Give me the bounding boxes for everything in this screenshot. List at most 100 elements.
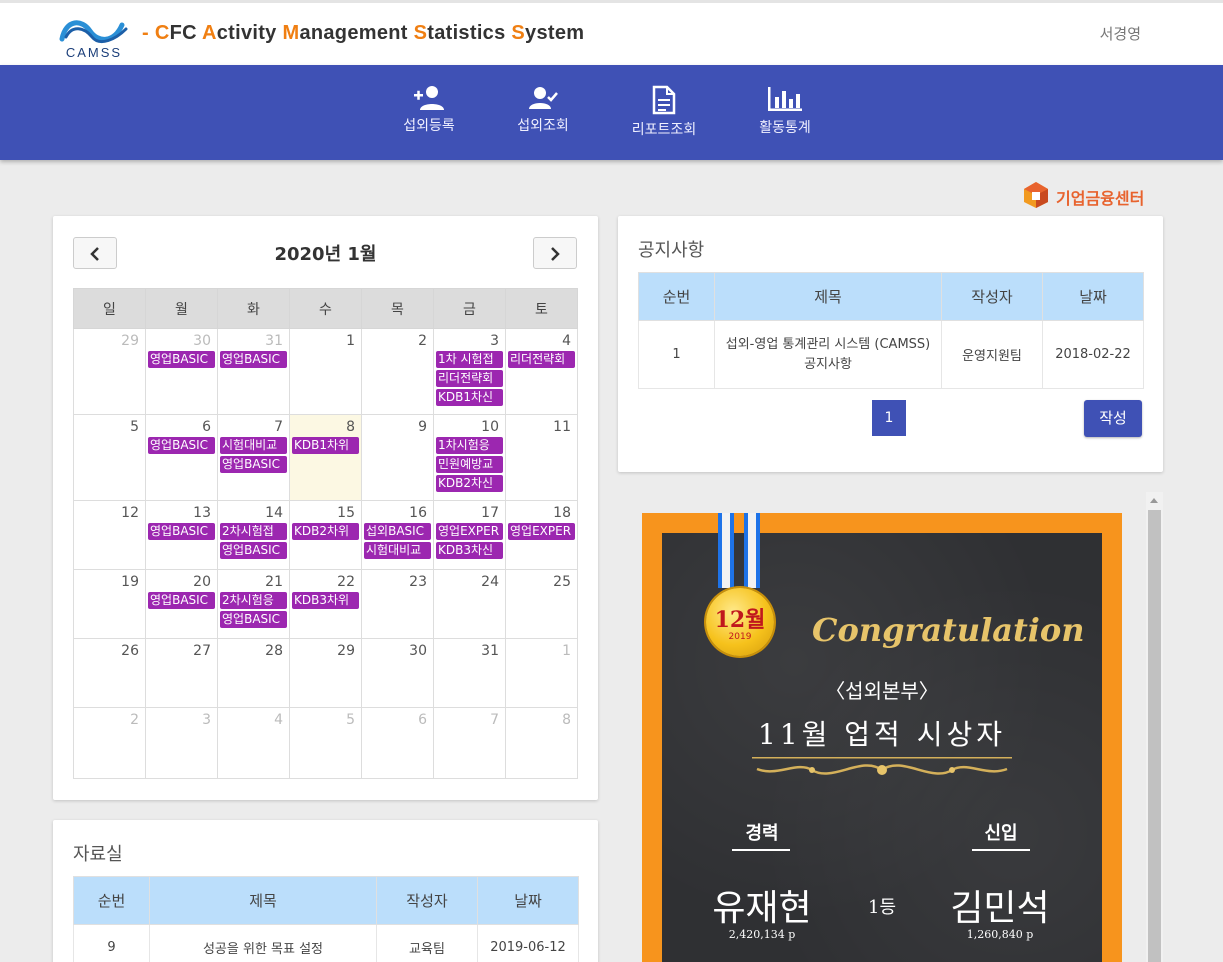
scroll-up-icon[interactable] xyxy=(1150,498,1158,503)
calendar-event[interactable]: 영업BASIC xyxy=(148,351,215,368)
calendar-day[interactable]: 13 영업BASIC xyxy=(145,500,218,570)
row-title[interactable]: 성공을 위한 목표 설정 xyxy=(149,924,377,962)
column-header[interactable]: 날짜 xyxy=(1042,272,1144,321)
title-segment: - xyxy=(142,22,155,44)
notice-card: 공지사항 순번 제목 작성자 날짜 1 섭외-영업 통계관리 시스템 (CAMS… xyxy=(618,216,1163,472)
column-header[interactable]: 제목 xyxy=(149,876,377,925)
calendar-day[interactable]: 4 xyxy=(217,707,290,779)
calendar-day[interactable]: 3 1차 시험접리더전략회 KDB1차신 xyxy=(433,328,506,415)
row-title[interactable]: 섭외-영업 통계관리 시스템 (CAMSS) 공지사항 xyxy=(714,320,942,389)
calendar-day[interactable]: 17 영업EXPER KDB3차신 xyxy=(433,500,506,570)
calendar-event[interactable]: KDB1차위 xyxy=(292,437,359,454)
calendar-day[interactable]: 2 xyxy=(361,328,434,415)
calendar-event[interactable]: 영업EXPER xyxy=(508,523,575,540)
calendar-day[interactable]: 29 xyxy=(73,328,146,415)
calendar-event[interactable]: KDB3차신 xyxy=(436,542,503,559)
calendar-event[interactable]: 1차시험응 xyxy=(436,437,503,454)
calendar-day[interactable]: 25 xyxy=(505,569,578,639)
table-row[interactable]: 1 섭외-영업 통계관리 시스템 (CAMSS) 공지사항 운영지원팀 2018… xyxy=(638,320,1144,389)
calendar-event[interactable]: 리더전략회 xyxy=(436,370,503,387)
calendar-day[interactable]: 15 KDB2차위 xyxy=(289,500,362,570)
calendar-day[interactable]: 28 xyxy=(217,638,290,708)
calendar-day[interactable]: 31 영업BASIC xyxy=(217,328,290,415)
calendar-day[interactable]: 22 KDB3차위 xyxy=(289,569,362,639)
table-row[interactable]: 9 성공을 위한 목표 설정 교육팀 2019-06-12 xyxy=(73,924,579,962)
calendar-day[interactable]: 7 시험대비교 영업BASIC xyxy=(217,414,290,501)
user-name[interactable]: 서경영 xyxy=(1100,23,1141,44)
calendar-event[interactable]: 시험대비교 xyxy=(364,542,431,559)
award-scrollbar[interactable] xyxy=(1146,492,1163,962)
day-number: 31 xyxy=(481,643,499,659)
calendar-day[interactable]: 24 xyxy=(433,569,506,639)
calendar-day[interactable]: 10 1차시험응 민원예방교 KDB2차신 xyxy=(433,414,506,501)
calendar-event[interactable]: 섭외BASIC xyxy=(364,523,431,540)
calendar-day[interactable]: 11 xyxy=(505,414,578,501)
nav-report[interactable]: 리포트조회 xyxy=(614,85,714,139)
document-icon xyxy=(652,85,676,115)
calendar-event[interactable]: KDB3차위 xyxy=(292,592,359,609)
calendar-day[interactable]: 2 xyxy=(73,707,146,779)
calendar-event[interactable]: 시험대비교 xyxy=(220,437,287,454)
calendar-day[interactable]: 30 xyxy=(361,638,434,708)
calendar-day[interactable]: 8 KDB1차위 xyxy=(289,414,362,501)
calendar-day[interactable]: 14 2차시험접 영업BASIC xyxy=(217,500,290,570)
calendar-event[interactable]: KDB1차신 xyxy=(436,389,503,406)
calendar-event[interactable]: 1차 시험접 xyxy=(436,351,503,368)
calendar-day[interactable]: 27 xyxy=(145,638,218,708)
calendar-event[interactable]: KDB2차위 xyxy=(292,523,359,540)
calendar-day[interactable]: 9 xyxy=(361,414,434,501)
calendar-day[interactable]: 30 영업BASIC xyxy=(145,328,218,415)
column-header[interactable]: 순번 xyxy=(638,272,715,321)
calendar-event[interactable]: KDB2차신 xyxy=(436,475,503,492)
notice-table: 순번 제목 작성자 날짜 1 섭외-영업 통계관리 시스템 (CAMSS) 공지… xyxy=(638,272,1144,389)
page-button[interactable]: 1 xyxy=(872,400,906,436)
calendar-event[interactable]: 2차시험접 xyxy=(220,523,287,540)
calendar-day[interactable]: 19 xyxy=(73,569,146,639)
calendar-day[interactable]: 1 xyxy=(289,328,362,415)
calendar-day[interactable]: 7 xyxy=(433,707,506,779)
calendar-event[interactable]: 영업BASIC xyxy=(220,456,287,473)
calendar-event[interactable]: 영업BASIC xyxy=(220,351,287,368)
column-header[interactable]: 작성자 xyxy=(941,272,1043,321)
column-header[interactable]: 날짜 xyxy=(477,876,579,925)
calendar-event[interactable]: 영업BASIC xyxy=(148,523,215,540)
calendar-event[interactable]: 영업BASIC xyxy=(220,611,287,628)
calendar-day[interactable]: 16 섭외BASIC 시험대비교 xyxy=(361,500,434,570)
calendar-day[interactable]: 21 2차시험응 영업BASIC xyxy=(217,569,290,639)
calendar-event[interactable]: 영업EXPER xyxy=(436,523,503,540)
column-header[interactable]: 작성자 xyxy=(376,876,478,925)
camss-logo[interactable]: CAMSS xyxy=(56,9,132,63)
calendar-next-button[interactable] xyxy=(533,237,577,269)
calendar-event[interactable]: 영업BASIC xyxy=(148,437,215,454)
calendar-day[interactable]: 29 xyxy=(289,638,362,708)
calendar-event[interactable]: 영업BASIC xyxy=(148,592,215,609)
calendar-day[interactable]: 4 리더전략회 xyxy=(505,328,578,415)
calendar-event[interactable]: 민원예방교 xyxy=(436,456,503,473)
nav-register-contact[interactable]: 섭외등록 xyxy=(379,85,479,135)
calendar-day[interactable]: 26 xyxy=(73,638,146,708)
column-header[interactable]: 순번 xyxy=(73,876,150,925)
calendar-event[interactable]: 리더전략회 xyxy=(508,351,575,368)
calendar-day[interactable]: 12 xyxy=(73,500,146,570)
nav-view-contact[interactable]: 섭외조회 xyxy=(493,85,593,135)
calendar-day[interactable]: 18 영업EXPER xyxy=(505,500,578,570)
day-number: 3 xyxy=(490,333,499,349)
nav-statistics[interactable]: 활동통계 xyxy=(735,85,835,137)
calendar-day[interactable]: 31 xyxy=(433,638,506,708)
calendar-event[interactable]: 영업BASIC xyxy=(220,542,287,559)
calendar-day[interactable]: 20 영업BASIC xyxy=(145,569,218,639)
calendar-event[interactable]: 2차시험응 xyxy=(220,592,287,609)
column-header[interactable]: 제목 xyxy=(714,272,942,321)
calendar-day[interactable]: 6 영업BASIC xyxy=(145,414,218,501)
calendar-day[interactable]: 8 xyxy=(505,707,578,779)
calendar-day[interactable]: 1 xyxy=(505,638,578,708)
files-table: 순번 제목 작성자 날짜 9 성공을 위한 목표 설정 교육팀 2019-06-… xyxy=(73,876,579,962)
calendar-day[interactable]: 23 xyxy=(361,569,434,639)
calendar-day[interactable]: 6 xyxy=(361,707,434,779)
calendar-day[interactable]: 5 xyxy=(73,414,146,501)
day-number: 2 xyxy=(418,333,427,349)
calendar-day[interactable]: 3 xyxy=(145,707,218,779)
write-button[interactable]: 작성 xyxy=(1084,400,1142,437)
scroll-thumb[interactable] xyxy=(1148,510,1161,962)
calendar-day[interactable]: 5 xyxy=(289,707,362,779)
